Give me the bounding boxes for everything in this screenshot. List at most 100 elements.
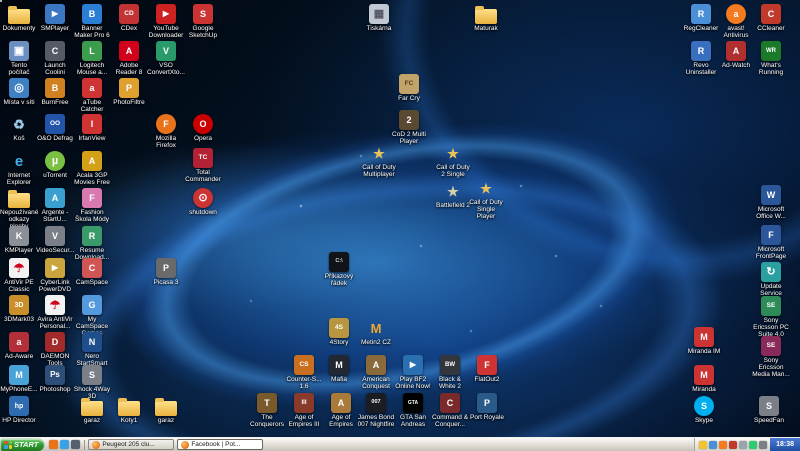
desktop-icon-banner-maker-pro-6[interactable]: BBanner Maker Pro 6 xyxy=(73,4,111,39)
desktop-icon-nero-startsmart[interactable]: NNero StartSmart xyxy=(73,332,111,367)
desktop-icon-youtube-downloader[interactable]: ▶YouTube Downloader xyxy=(147,4,185,39)
desktop-icon-opera[interactable]: OOpera xyxy=(184,114,222,142)
desktop-icon-james-bond-007-nightfire[interactable]: 007James Bond 007 Nightfire xyxy=(357,393,395,428)
desktop-icon-flatout2[interactable]: FFlatOut2 xyxy=(468,355,506,383)
desktop-icon-nepouzivane-odkazy-plochy[interactable]: Nepoužívané odkazy plochy xyxy=(0,188,38,230)
desktop-icon-koty1[interactable]: Koty1 xyxy=(110,396,148,424)
desktop-icon-kmplayer[interactable]: KKMPlayer xyxy=(0,226,38,254)
desktop-icon-google-sketchup[interactable]: SGoogle SketchUp xyxy=(184,4,222,39)
desktop-icon-4story[interactable]: 4S4Story xyxy=(320,318,358,346)
desktop-icon-update-service[interactable]: ↻Update Service xyxy=(752,262,790,297)
desktop-icon-mafia[interactable]: MMafia xyxy=(320,355,358,383)
desktop-icon-camspace[interactable]: CCamSpace xyxy=(73,258,111,286)
desktop-icon-call-of-duty-2-single[interactable]: ★Call of Duty 2 Single xyxy=(434,143,472,178)
tray-volume-icon[interactable] xyxy=(739,441,747,449)
desktop-icon-prikazovy-radek[interactable]: C:\Příkazový řádek xyxy=(320,252,358,287)
desktop-icon-launch-coolini[interactable]: CLaunch Coolini xyxy=(36,41,74,76)
desktop-icon-far-cry[interactable]: FCFar Cry xyxy=(390,74,428,102)
desktop-icon-logitech-mouse[interactable]: LLogitech Mouse a... xyxy=(73,41,111,76)
desktop-icon-regcleaner[interactable]: RRegCleaner xyxy=(682,4,720,32)
desktop-icon-microsoft-frontpage[interactable]: FMicrosoft FrontPage xyxy=(752,225,790,260)
desktop-icon-mista-v-siti[interactable]: ◎Místa v síti xyxy=(0,78,38,106)
desktop-icon-sony-ericsson-media-manager[interactable]: SESony Ericsson Media Man... xyxy=(752,336,790,378)
desktop-icon-hp-director[interactable]: hpHP Director xyxy=(0,396,38,424)
desktop-icon-the-conquerors[interactable]: TThe Conquerors xyxy=(248,393,286,428)
desktop-icon-microsoft-office-w[interactable]: WMicrosoft Office W... xyxy=(752,185,790,220)
desktop-icon-call-of-duty-multiplayer[interactable]: ★Call of Duty Multiplayer xyxy=(360,143,398,178)
quick-launch-show-desktop-icon[interactable] xyxy=(71,440,80,449)
desktop-icon-age-of-empires[interactable]: AAge of Empires xyxy=(322,393,360,428)
desktop-icon-daemon-tools[interactable]: DDAEMON Tools xyxy=(36,332,74,367)
desktop-icon-skype[interactable]: SSkype xyxy=(685,396,723,424)
desktop-icon-gta-san-andreas[interactable]: GTAGTA San Andreas xyxy=(394,393,432,428)
desktop-icon-shock-4way-3d[interactable]: SShock 4Way 3D xyxy=(73,365,111,400)
desktop-icon-shutdown[interactable]: ⊙shutdown xyxy=(184,188,222,216)
desktop-icon-avast-antivirus[interactable]: aavast! Antivirus xyxy=(717,4,755,39)
desktop-icon-miranda-im[interactable]: MMiranda IM xyxy=(685,327,723,355)
desktop[interactable]: Dokumenty ▣Tento počítač◎Místa v síti ♻Koš… xyxy=(0,0,800,437)
tray-avast-icon[interactable] xyxy=(719,441,727,449)
desktop-icon-garaz[interactable]: garaz xyxy=(73,396,111,424)
desktop-icon-ccleaner[interactable]: CCCleaner xyxy=(752,4,790,32)
tray-daemon-icon[interactable] xyxy=(729,441,737,449)
desktop-icon-tiskarna[interactable]: ▦Tiskárna xyxy=(360,4,398,32)
desktop-icon-antivir-pe-classic[interactable]: ☂AntiVir PE Classic xyxy=(0,258,38,293)
desktop-icon-miranda[interactable]: MMiranda xyxy=(685,365,723,393)
desktop-icon-speedfan[interactable]: SSpeedFan xyxy=(750,396,788,424)
taskbar-window-1[interactable]: Peugeot 205 clu... xyxy=(88,439,174,450)
desktop-icon-garaz-2[interactable]: garaz xyxy=(147,396,185,424)
desktop-icon-argente-startup[interactable]: AArgente - StartU... xyxy=(36,188,74,223)
desktop-icon-total-commander[interactable]: TCTotal Commander xyxy=(184,148,222,183)
tray-speedfan-icon[interactable] xyxy=(759,441,767,449)
quick-launch-ie-icon[interactable] xyxy=(60,440,69,449)
tray-update-icon[interactable] xyxy=(699,441,707,449)
desktop-icon-acala-3gp-movies-free[interactable]: AAcala 3GP Movies Free xyxy=(73,151,111,186)
desktop-icon-ad-watch[interactable]: AAd-Watch xyxy=(717,41,755,69)
desktop-icon-videosecur[interactable]: VVideoSecur... xyxy=(36,226,74,254)
desktop-icon-fashion-skola-mody[interactable]: FFashion Škola Módy xyxy=(73,188,111,223)
desktop-icon-vso-convertxto[interactable]: VVSO ConvertXto... xyxy=(147,41,185,76)
desktop-icon-cod-2-multi-player[interactable]: 2CoD 2 Multi Player xyxy=(390,110,428,145)
desktop-icon-dokumenty[interactable]: Dokumenty xyxy=(0,4,38,32)
desktop-icon-mozilla-firefox[interactable]: FMozilla Firefox xyxy=(147,114,185,149)
desktop-icon-photofiltre[interactable]: PPhotoFiltre xyxy=(110,78,148,106)
desktop-icon-ad-aware[interactable]: aAd-Aware xyxy=(0,332,38,360)
desktop-icon-play-bf2-online-now[interactable]: ▶Play BF2 Online Now! xyxy=(394,355,432,390)
desktop-icon-myphone[interactable]: MMyPhoneE... xyxy=(0,365,38,393)
desktop-icon-atube-catcher[interactable]: aaTube Catcher xyxy=(73,78,111,113)
desktop-icon-command-and-conquer[interactable]: CCommand & Conquer... xyxy=(431,393,469,428)
desktop-icon-maturak[interactable]: Maturak xyxy=(467,4,505,32)
desktop-icon-oo-defrag[interactable]: OOO&O Defrag xyxy=(36,114,74,142)
desktop-icon-counter-strike-16[interactable]: CSCounter-S... 1.6 xyxy=(285,355,323,390)
desktop-icon-my-camspace-games[interactable]: GMy CamSpace Games xyxy=(73,295,111,337)
desktop-icon-kos[interactable]: ♻Koš xyxy=(0,114,38,142)
desktop-icon-age-of-empires-iii[interactable]: IIIAge of Empires III xyxy=(285,393,323,428)
desktop-icon-avira-antivir-personal[interactable]: ☂Avira AntiVir Personal... xyxy=(36,295,74,330)
desktop-icon-burnfree[interactable]: BBurnFree xyxy=(36,78,74,106)
desktop-icon-whats-running[interactable]: WRWhat's Running xyxy=(752,41,790,76)
desktop-icon-revo-uninstaller[interactable]: RRevo Uninstaller xyxy=(682,41,720,76)
desktop-icon-cyberlink-powerdvd[interactable]: ▶CyberLink PowerDVD xyxy=(36,258,74,293)
desktop-icon-metin2-cz[interactable]: MMetin2 CZ xyxy=(357,318,395,346)
desktop-icon-utorrent[interactable]: µuTorrent xyxy=(36,151,74,179)
quick-launch-firefox-icon[interactable] xyxy=(49,440,58,449)
tray-msn-icon[interactable] xyxy=(749,441,757,449)
desktop-icon-sony-ericsson-pc-suite[interactable]: SESony Ericsson PC Suite 4.0 xyxy=(752,296,790,338)
desktop-icon-irfanview[interactable]: IIrfanView xyxy=(73,114,111,142)
taskbar-window-2[interactable]: Facebook | Pot... xyxy=(177,439,263,450)
desktop-icon-3dmark03[interactable]: 3D3DMark03 xyxy=(0,295,38,323)
desktop-icon-tento-pocitac[interactable]: ▣Tento počítač xyxy=(0,41,38,76)
desktop-icon-american-conquest[interactable]: AAmerican Conquest xyxy=(357,355,395,390)
desktop-icon-internet-explorer[interactable]: eInternet Explorer xyxy=(0,151,38,186)
desktop-icon-resume-download[interactable]: RResume Download... xyxy=(73,226,111,261)
desktop-icon-picasa-3[interactable]: PPicasa 3 xyxy=(147,258,185,286)
desktop-icon-port-royale[interactable]: PPort Royale xyxy=(468,393,506,421)
desktop-icon-adobe-reader-8[interactable]: AAdobe Reader 8 xyxy=(110,41,148,76)
desktop-icon-smplayer[interactable]: ▶SMPlayer xyxy=(36,4,74,32)
tray-network-icon[interactable] xyxy=(709,441,717,449)
desktop-icon-photoshop[interactable]: PsPhotoshop xyxy=(36,365,74,393)
desktop-icon-call-of-duty-single-player[interactable]: ★Call of Duty Single Player xyxy=(467,178,505,220)
start-button[interactable]: START xyxy=(1,439,44,451)
desktop-icon-black-and-white-2[interactable]: BWBlack & White 2 xyxy=(431,355,469,390)
desktop-icon-cdex[interactable]: CDCDex xyxy=(110,4,148,32)
